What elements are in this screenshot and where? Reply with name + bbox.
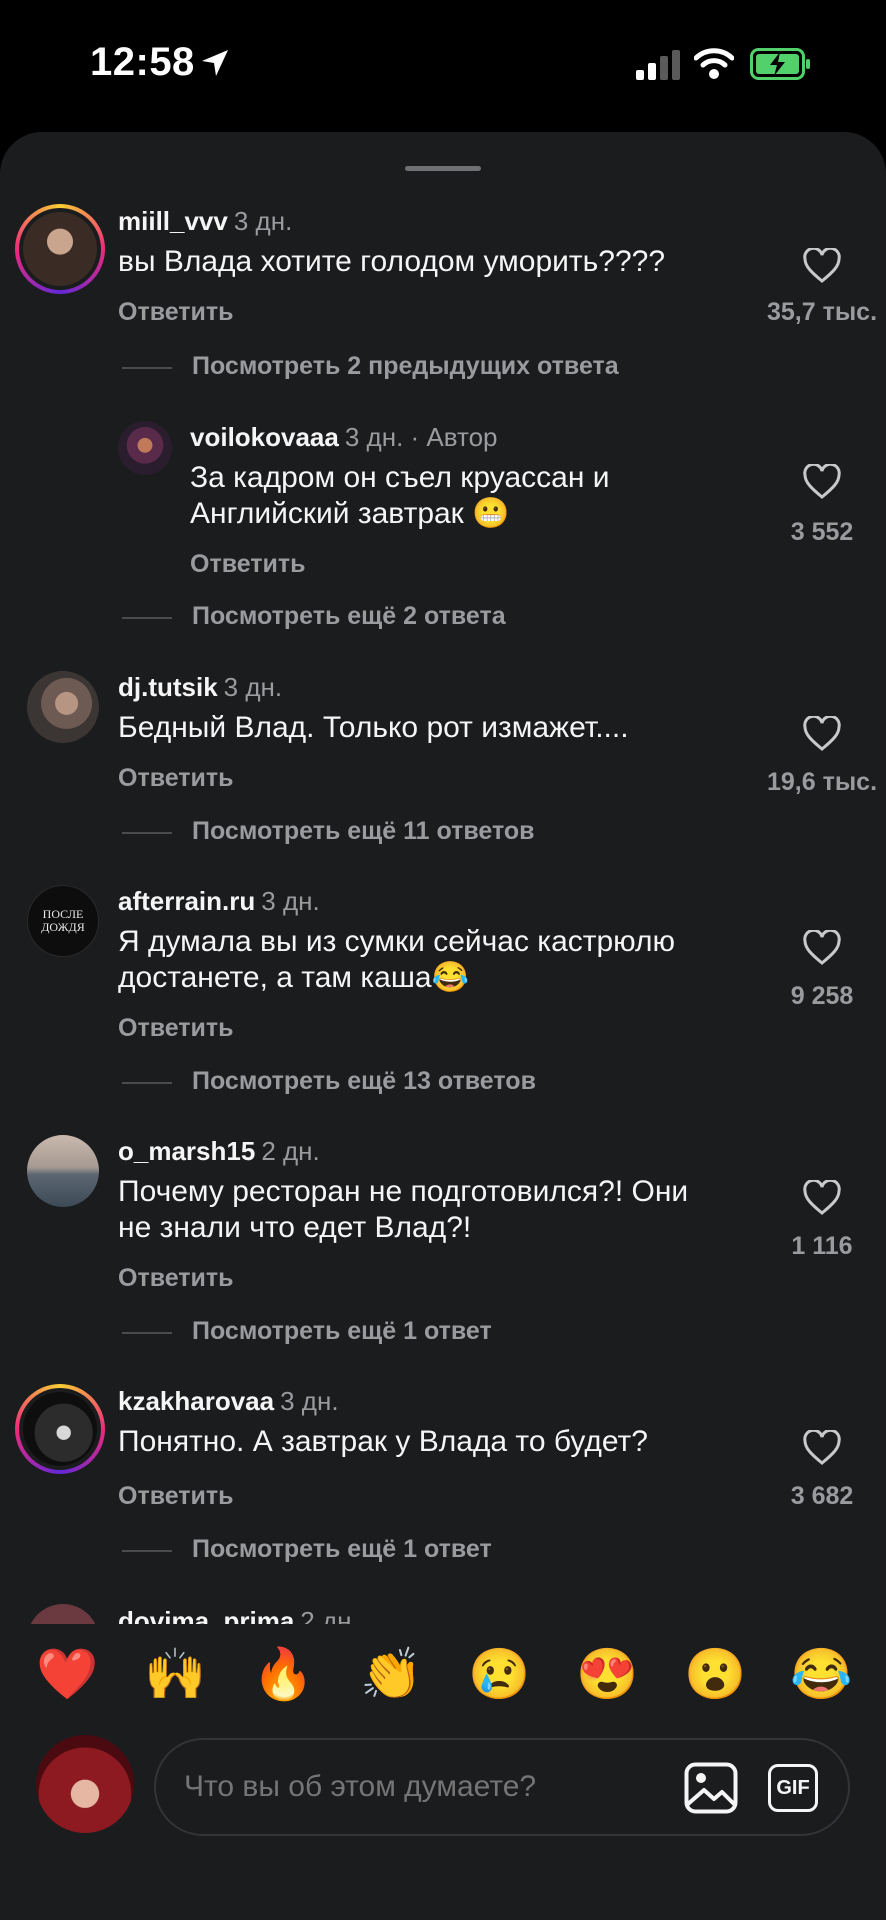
view-replies-button[interactable]: Посмотреть ещё 1 ответ [192,1317,492,1346]
avatar[interactable] [23,212,97,286]
thread-line [122,1550,172,1552]
comment-text-line: Английский завтрак 😬 [190,497,510,530]
gif-button[interactable]: GIF [768,1764,818,1812]
like-count: 35,7 тыс. [766,298,878,326]
comment-text: Бедный Влад. Только рот измажет.... [118,710,629,746]
avatar-logo-text: ПОСЛЕ ДОЖДЯ [41,907,85,934]
story-ring[interactable] [15,1384,105,1474]
like-heart-icon[interactable] [803,248,841,284]
avatar[interactable] [23,1392,97,1466]
thread-line [122,1332,172,1334]
comment-username[interactable]: voilokovaaa [190,422,339,452]
avatar[interactable] [118,421,172,475]
comment-text-line: Понятно. А завтрак у Влада то будет? [118,1425,648,1458]
wifi-icon [694,48,734,79]
reaction-laughing[interactable]: 😂 [790,1644,852,1704]
comment-username[interactable]: dj.tutsik [118,672,218,702]
comment-username[interactable]: o_marsh15 [118,1136,255,1166]
comment-age: 2 дн. [261,1136,320,1166]
comment-username[interactable]: kzakharovaa [118,1386,274,1416]
comment-age: 3 дн. · Автор [344,422,498,452]
location-arrow-icon [202,50,228,76]
comment-age: 3 дн. [280,1386,339,1416]
comment-age: 3 дн. [223,672,283,702]
battery-charging-icon [750,48,810,80]
comment-age: 3 дн. [233,206,293,236]
comment-text: вы Влада хотите голодом уморить???? [118,244,665,280]
like-count: 19,6 тыс. [766,768,878,796]
comment-text-line: Почему ресторан не подготовился?! Они [118,1175,689,1208]
story-ring[interactable] [15,204,105,294]
reaction-clapping[interactable]: 👏 [360,1644,422,1704]
comment-input-container[interactable]: GIF [154,1738,850,1836]
reply-button[interactable]: Ответить [118,764,234,793]
thread-line [122,617,172,619]
thread-line [122,1082,172,1084]
avatar[interactable]: ПОСЛЕ ДОЖДЯ [27,885,99,957]
like-count: 1 116 [791,1232,853,1260]
like-heart-icon[interactable] [803,1430,841,1466]
comment-text: Я думала вы из сумки сейчас кастрюлю дос… [118,924,675,996]
image-picker-icon[interactable] [684,1762,738,1814]
comment-composer-bar: ❤️ 🙌 🔥 👏 😢 😍 😮 😂 GIF [0,1624,886,1920]
comment-text: Почему ресторан не подготовился?! Они не… [118,1174,688,1246]
reaction-heart[interactable]: ❤️ [36,1644,98,1704]
cellular-signal-icon [636,50,680,80]
reaction-crying[interactable]: 😢 [468,1644,530,1704]
comment-text: Понятно. А завтрак у Влада то будет? [118,1424,648,1460]
thread-line [122,367,172,369]
comment-text-line: вы Влада хотите голодом уморить???? [118,245,666,278]
sheet-grab-handle[interactable] [405,166,481,171]
like-heart-icon[interactable] [803,930,841,966]
view-replies-button[interactable]: Посмотреть ещё 2 ответа [192,602,506,631]
reaction-fire[interactable]: 🔥 [252,1644,314,1704]
comment-text: За кадром он съел круассан и Английский … [190,460,609,532]
avatar[interactable] [27,671,99,743]
comment-text-line: достанете, а там каша😂 [118,961,469,994]
view-replies-button[interactable]: Посмотреть ещё 1 ответ [192,1535,492,1564]
reply-button[interactable]: Ответить [118,298,234,327]
reply-button[interactable]: Ответить [118,1014,234,1043]
comment-age: 3 дн. [261,886,320,916]
view-replies-button[interactable]: Посмотреть 2 предыдущих ответа [192,352,619,381]
reply-button[interactable]: Ответить [118,1482,234,1511]
reaction-raised-hands[interactable]: 🙌 [144,1644,206,1704]
like-count: 3 682 [790,1482,854,1510]
comment-username[interactable]: miill_vvv [118,206,228,236]
reply-button[interactable]: Ответить [190,550,306,579]
view-replies-button[interactable]: Посмотреть ещё 13 ответов [192,1067,536,1096]
reply-button[interactable]: Ответить [118,1264,234,1293]
status-bar: 12:58 [0,0,886,130]
reaction-heart-eyes[interactable]: 😍 [576,1644,638,1704]
like-heart-icon[interactable] [803,716,841,752]
view-replies-button[interactable]: Посмотреть ещё 11 ответов [192,817,535,846]
comment-text-line: Я думала вы из сумки сейчас кастрюлю [118,925,676,958]
like-count: 3 552 [790,518,854,546]
comment-username[interactable]: afterrain.ru [118,886,255,916]
thread-line [122,832,172,834]
like-heart-icon[interactable] [803,1180,841,1216]
avatar[interactable] [27,1135,99,1207]
comment-input[interactable] [184,1770,644,1804]
status-time: 12:58 [90,40,195,84]
like-count: 9 258 [790,982,854,1010]
like-heart-icon[interactable] [803,464,841,500]
reaction-surprised[interactable]: 😮 [684,1644,746,1704]
my-avatar [36,1735,134,1833]
comment-text-line: не знали что едет Влад?! [118,1211,472,1244]
comment-text-line: За кадром он съел круассан и [190,461,610,494]
comment-text-line: Бедный Влад. Только рот измажет.... [118,711,629,744]
